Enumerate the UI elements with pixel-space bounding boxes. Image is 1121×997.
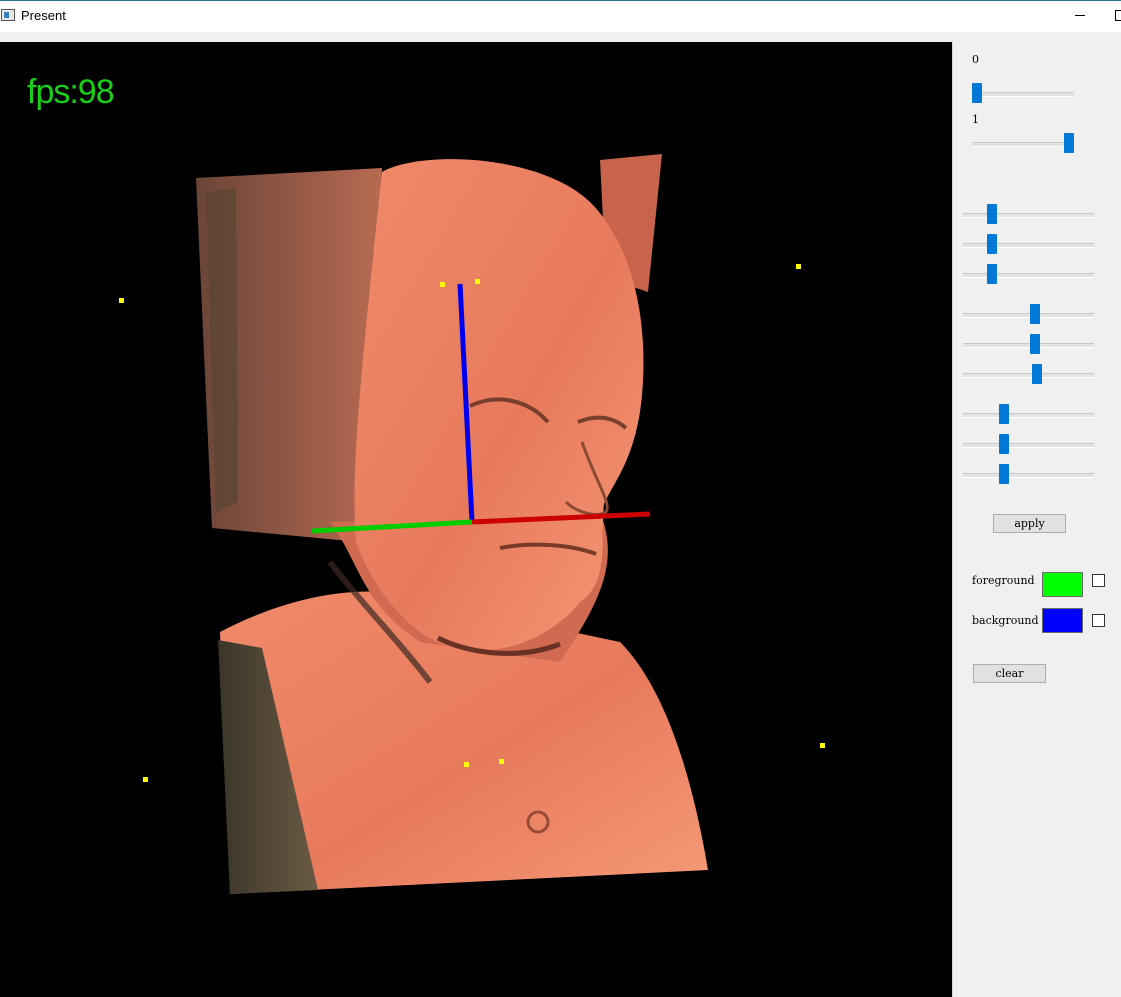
scale-z-slider[interactable] (963, 464, 1094, 484)
volume-render-scene (119, 154, 825, 894)
app-icon (1, 9, 15, 21)
control-panel: 0 1 apply foreground background clear (952, 42, 1121, 997)
translate-z-slider[interactable] (963, 364, 1094, 384)
clear-button[interactable]: clear (973, 664, 1046, 683)
slider-thumb[interactable] (987, 204, 998, 224)
marker-point (464, 762, 469, 767)
slider-max-label: 1 (972, 113, 979, 126)
marker-point (143, 777, 148, 782)
slider-thumb[interactable] (972, 83, 982, 103)
minimize-icon[interactable] (1070, 5, 1090, 25)
apply-button[interactable]: apply (993, 514, 1066, 533)
range-max-slider[interactable] (972, 133, 1074, 153)
foreground-label: foreground (972, 574, 1035, 587)
rotation-x-slider[interactable] (963, 204, 1094, 224)
slider-thumb[interactable] (987, 264, 998, 284)
background-color-swatch[interactable] (1042, 608, 1083, 633)
slider-thumb[interactable] (1031, 364, 1042, 384)
marker-point (475, 279, 480, 284)
background-label: background (972, 614, 1039, 627)
marker-point (119, 298, 124, 303)
slider-thumb[interactable] (1029, 304, 1040, 324)
foreground-color-swatch[interactable] (1042, 572, 1083, 597)
scale-y-slider[interactable] (963, 434, 1094, 454)
window-title: Present (21, 8, 66, 23)
slider-thumb[interactable] (1029, 334, 1040, 354)
scale-x-slider[interactable] (963, 404, 1094, 424)
slider-thumb[interactable] (999, 404, 1010, 424)
foreground-checkbox[interactable] (1092, 574, 1105, 587)
slider-thumb[interactable] (999, 464, 1010, 484)
fps-counter: fps:98 (27, 73, 115, 111)
menu-strip (0, 32, 1121, 42)
maximize-icon[interactable] (1112, 5, 1121, 25)
marker-point (820, 743, 825, 748)
range-min-slider[interactable] (972, 83, 1074, 103)
slider-thumb[interactable] (987, 234, 998, 254)
background-checkbox[interactable] (1092, 614, 1105, 627)
rotation-z-slider[interactable] (963, 264, 1094, 284)
title-bar: Present (0, 0, 1121, 32)
marker-point (499, 759, 504, 764)
slider-track (972, 92, 1074, 97)
slider-thumb[interactable] (1064, 133, 1074, 153)
render-viewport[interactable]: fps:98 (0, 42, 952, 997)
translate-x-slider[interactable] (963, 304, 1094, 324)
translate-y-slider[interactable] (963, 334, 1094, 354)
slider-min-label: 0 (972, 53, 979, 66)
slider-track (972, 142, 1074, 147)
rotation-y-slider[interactable] (963, 234, 1094, 254)
slider-thumb[interactable] (999, 434, 1010, 454)
marker-point (796, 264, 801, 269)
marker-point (440, 282, 445, 287)
